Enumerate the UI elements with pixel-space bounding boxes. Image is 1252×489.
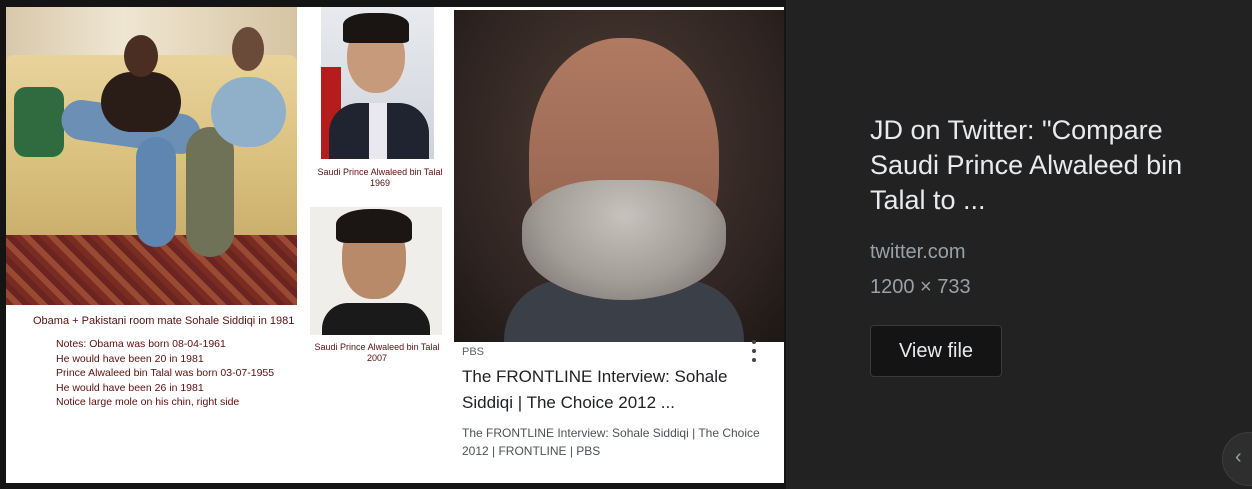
caption-prince-2007: Saudi Prince Alwaleed bin Talal 2007 <box>314 342 440 363</box>
suit <box>322 303 430 335</box>
person-left-body <box>101 72 181 132</box>
hair <box>343 13 409 43</box>
view-file-button[interactable]: View file <box>870 325 1002 377</box>
chevron-left-icon: ‹ <box>1235 446 1242 468</box>
person-right-head <box>232 27 264 71</box>
shirt <box>369 103 387 159</box>
side-panel-domain[interactable]: twitter.com <box>870 241 966 264</box>
prince-1969-photo <box>321 7 434 159</box>
note-line: Notes: Obama was born 08-04-1961 <box>56 338 226 350</box>
hair <box>336 209 412 243</box>
person-left-leg <box>136 137 176 247</box>
beard <box>522 180 726 300</box>
prince-2007-photo <box>310 207 442 335</box>
frontline-portrait-image[interactable] <box>454 10 784 342</box>
pillow <box>14 87 64 157</box>
result-source: PBS <box>462 346 485 358</box>
note-line: He would have been 26 in 1981 <box>56 381 204 394</box>
person-right-body <box>211 77 286 147</box>
caption-prince-1969: Saudi Prince Alwaleed bin Talal 1969 <box>317 167 443 188</box>
image-preview-panel: Saudi Prince Alwaleed bin Talal 1969 Sau… <box>0 0 786 489</box>
person-right-legs <box>186 127 234 257</box>
note-line: He would have been 20 in 1981 <box>56 352 204 365</box>
person-left-head <box>124 35 158 77</box>
caption-obama: Obama + Pakistani room mate Sohale Siddi… <box>33 315 295 327</box>
result-snippet: The FRONTLINE Interview: Sohale Siddiqi … <box>462 426 760 458</box>
notes-block: Notes: Obama was born 08-04-1961 He woul… <box>56 337 274 410</box>
result-title-link[interactable]: The FRONTLINE Interview: Sohale Siddiqi … <box>462 364 762 416</box>
note-line: Prince Alwaleed bin Talal was born 03-07… <box>56 367 275 379</box>
note-line: Notice large mole on his chin, right sid… <box>56 396 240 408</box>
collage-image[interactable]: Saudi Prince Alwaleed bin Talal 1969 Sau… <box>6 7 453 483</box>
more-vert-icon[interactable] <box>746 340 762 362</box>
side-panel-title[interactable]: JD on Twitter: "Compare Saudi Prince Alw… <box>870 113 1230 218</box>
couch-photo <box>6 7 297 305</box>
previous-button[interactable]: ‹ <box>1222 432 1252 486</box>
side-panel-dimensions: 1200 × 733 <box>870 276 971 298</box>
